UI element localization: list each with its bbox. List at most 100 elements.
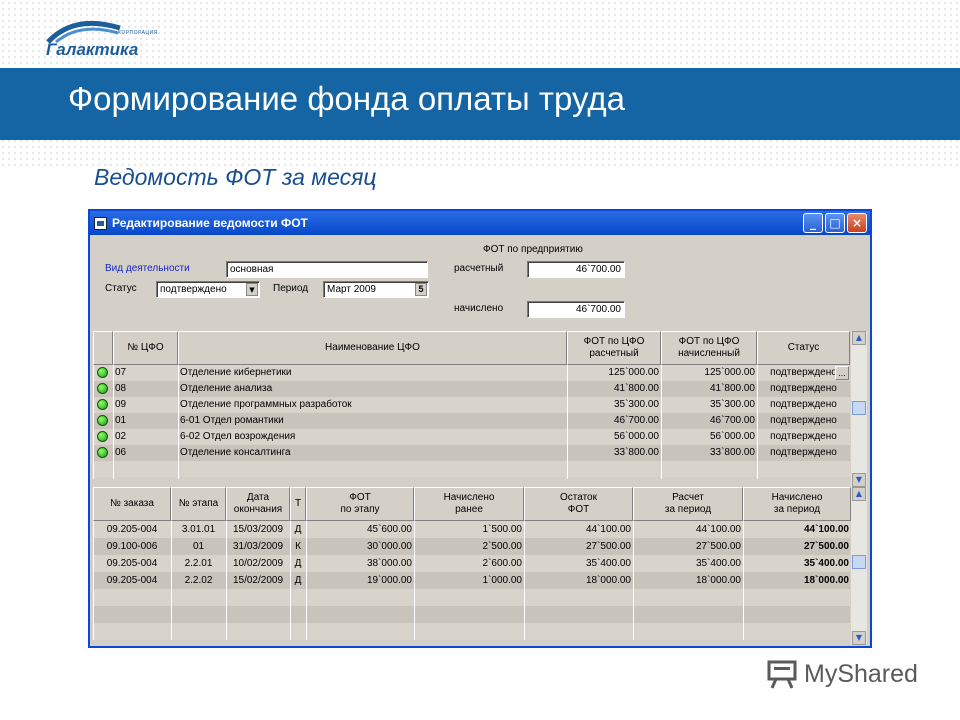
column-header[interactable]: № ЦФО [113,331,178,365]
table-cell[interactable]: 18`000.00 [633,573,743,588]
cfo-name[interactable]: 6-02 Отдел возрождения [178,429,567,444]
column-header[interactable]: Остаток ФОТ [524,487,633,521]
table-cell[interactable]: 35`400.00 [524,556,633,571]
fot-calc[interactable]: 56`000.00 [567,429,661,444]
table-cell[interactable]: Д [290,522,306,537]
cfo-name[interactable]: Отделение программных разработок [178,397,567,412]
cfo-name[interactable]: 6-01 Отдел романтики [178,413,567,428]
table-cell[interactable]: 44`100.00 [524,522,633,537]
table-cell[interactable]: 30`000.00 [306,539,414,554]
table-cell[interactable]: 27`500.00 [524,539,633,554]
period-picker-button[interactable]: 5 [415,283,427,296]
fot-calc[interactable]: 41`800.00 [567,381,661,396]
table-cell[interactable]: 27`500.00 [633,539,743,554]
table-cell[interactable]: 10/02/2009 [226,556,290,571]
table-cell[interactable]: 38`000.00 [306,556,414,571]
table-cell[interactable]: 2`600.00 [414,556,524,571]
fot-accrued[interactable]: 41`800.00 [661,381,757,396]
column-header[interactable]: Дата окончания [226,487,290,521]
cfo-name[interactable]: Отделение кибернетики [178,365,567,380]
cfo-code[interactable]: 09 [113,397,178,412]
table-cell[interactable]: 15/02/2009 [226,573,290,588]
scroll-thumb[interactable] [852,401,866,415]
fot-calc[interactable]: 35`300.00 [567,397,661,412]
table-cell[interactable]: 15/03/2009 [226,522,290,537]
table-cell[interactable]: 18`000.00 [743,573,851,588]
table-cell[interactable]: 19`000.00 [306,573,414,588]
column-header[interactable]: Начислено ранее [414,487,524,521]
cfo-status[interactable]: подтверждено [757,413,850,428]
column-header[interactable]: № заказа [93,487,171,521]
cfo-code[interactable]: 06 [113,445,178,460]
table-cell[interactable]: 09.100-006 [93,539,171,554]
table-cell[interactable]: 2.2.02 [171,573,226,588]
fot-accrued[interactable]: 56`000.00 [661,429,757,444]
table-cell[interactable]: 01 [171,539,226,554]
column-header[interactable]: Статус [757,331,850,365]
scroll-up-icon[interactable]: ▲ [852,487,866,501]
table-cell[interactable]: 2.2.01 [171,556,226,571]
column-header[interactable]: ФОТ по ЦФО начисленный [661,331,757,365]
maximize-button[interactable]: □ [825,213,845,233]
table-cell[interactable]: 45`600.00 [306,522,414,537]
table-cell[interactable]: 44`100.00 [633,522,743,537]
fot-calc[interactable]: 33`800.00 [567,445,661,460]
fot-calc[interactable]: 125`000.00 [567,365,661,380]
orders-scrollbar[interactable]: ▲ ▼ [851,487,867,645]
minimize-button[interactable]: _ [803,213,823,233]
chevron-down-icon[interactable]: ▼ [246,283,258,296]
table-cell[interactable]: 09.205-004 [93,573,171,588]
table-cell[interactable]: 1`000.00 [414,573,524,588]
cfo-scrollbar[interactable]: ▲ ▼ [851,331,867,487]
table-cell[interactable]: 31/03/2009 [226,539,290,554]
table-cell[interactable]: Д [290,573,306,588]
activity-field[interactable]: основная [226,261,428,278]
table-cell[interactable]: 18`000.00 [524,573,633,588]
table-cell[interactable]: Д [290,556,306,571]
column-header[interactable]: ФОТ по ЦФО расчетный [567,331,661,365]
period-field[interactable]: Март 2009 5 [323,281,429,298]
calc-field[interactable]: 46`700.00 [527,261,625,278]
fot-accrued[interactable]: 35`300.00 [661,397,757,412]
column-header[interactable]: Т [290,487,306,521]
table-cell[interactable]: 35`400.00 [633,556,743,571]
title-banner: Формирование фонда оплаты труда [0,68,960,140]
cfo-code[interactable]: 02 [113,429,178,444]
table-cell[interactable]: 1`500.00 [414,522,524,537]
cfo-code[interactable]: 07 [113,365,178,380]
table-cell[interactable]: 44`100.00 [743,522,851,537]
ellipsis-button[interactable]: ... [835,366,849,380]
cfo-name[interactable]: Отделение консалтинга [178,445,567,460]
cfo-status[interactable]: подтверждено [757,429,850,444]
scroll-down-icon[interactable]: ▼ [852,631,866,645]
table-cell[interactable]: 09.205-004 [93,522,171,537]
table-cell[interactable]: К [290,539,306,554]
cfo-code[interactable]: 01 [113,413,178,428]
scroll-down-icon[interactable]: ▼ [852,473,866,487]
column-header[interactable]: Начислено за период [743,487,851,521]
cfo-status[interactable]: подтверждено [757,381,850,396]
cfo-status[interactable]: подтверждено [757,445,850,460]
cfo-code[interactable]: 08 [113,381,178,396]
column-header[interactable]: Расчет за период [633,487,743,521]
column-header[interactable]: Наименование ЦФО [178,331,567,365]
fot-calc[interactable]: 46`700.00 [567,413,661,428]
table-cell[interactable]: 3.01.01 [171,522,226,537]
column-header[interactable]: № этапа [171,487,226,521]
status-select[interactable]: подтверждено ▼ [156,281,260,298]
fot-accrued[interactable]: 33`800.00 [661,445,757,460]
scroll-up-icon[interactable]: ▲ [852,331,866,345]
accrued-field[interactable]: 46`700.00 [527,301,625,318]
column-header[interactable]: ФОТ по этапу [306,487,414,521]
fot-accrued[interactable]: 125`000.00 [661,365,757,380]
table-cell[interactable]: 27`500.00 [743,539,851,554]
close-button[interactable]: × [847,213,867,233]
table-cell[interactable]: 35`400.00 [743,556,851,571]
fot-accrued[interactable]: 46`700.00 [661,413,757,428]
cfo-name[interactable]: Отделение анализа [178,381,567,396]
table-cell[interactable]: 2`500.00 [414,539,524,554]
table-cell[interactable]: 09.205-004 [93,556,171,571]
cfo-table: № ЦФО Наименование ЦФО ФОТ по ЦФО расчетный… [93,331,867,487]
cfo-status[interactable]: подтверждено [757,397,850,412]
scroll-thumb[interactable] [852,555,866,569]
